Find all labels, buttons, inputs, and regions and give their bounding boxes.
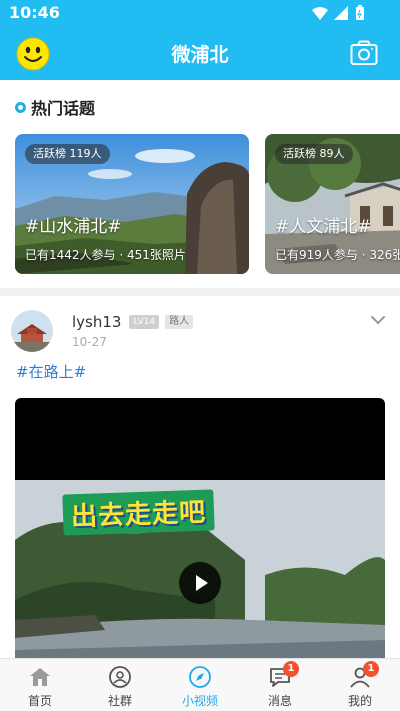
user-avatar[interactable] [11,310,53,352]
topic-card-culture[interactable]: 活跃榜 89人 #人文浦北# 已有919人参与 · 326张照片 [265,134,400,274]
nav-item-community[interactable]: 社群 [80,659,160,711]
video-player[interactable]: 出去走走吧 [15,398,385,663]
app-title: 微浦北 [171,44,229,66]
status-bar: 10:46 [0,0,400,26]
camera-icon[interactable] [350,40,378,66]
topic-stats: 已有919人参与 · 326张照片 [275,248,400,262]
nav-label: 消息 [267,694,292,708]
hot-topics-title: 热门话题 [31,99,96,118]
post-card: lysh13 LV14 路人 10-27 #在路上# 出去走走吧 [0,296,400,663]
post-date: 10-27 [72,335,107,349]
home-icon [30,668,50,686]
video-caption: 出去走走吧 [70,497,207,533]
topic-card-landscape[interactable]: 活跃榜 119人 #山水浦北# 已有1442人参与 · 451张照片 [15,134,249,274]
chevron-down-icon[interactable] [370,314,386,326]
community-icon [109,666,131,688]
nav-label: 首页 [27,694,52,708]
nav-label: 我的 [347,694,372,708]
username[interactable]: lysh13 [72,313,121,331]
status-time: 10:46 [9,3,60,22]
topic-title: #人文浦北# [275,217,372,237]
unread-badge: 1 [283,661,299,677]
battery-icon [356,5,364,20]
nav-label: 社群 [107,694,132,708]
section-dot-icon [15,101,26,113]
hot-topics-header: 热门话题 [15,96,95,118]
activity-badge: 活跃榜 119人 [25,144,110,164]
wifi-icon [312,7,328,20]
nav-item-home[interactable]: 首页 [0,659,80,711]
nav-item-short-video[interactable]: 小视频 [160,659,240,711]
unread-badge: 1 [363,661,379,677]
post-tag-link[interactable]: #在路上# [16,361,86,382]
app-header: 微浦北 [0,26,400,80]
bottom-nav: 首页 社群 小视频 1 消息 1 我的 [0,658,400,711]
activity-badge: 活跃榜 89人 [275,144,353,164]
play-icon[interactable] [179,562,221,604]
hot-topics-section: 热门话题 活跃榜 119人 #山水浦北# 已有1442人参与 · 451张照片 … [0,80,400,288]
nav-item-messages[interactable]: 1 消息 [240,659,320,711]
post-user-row: lysh13 LV14 路人 [72,312,194,332]
nav-item-profile[interactable]: 1 我的 [320,659,400,711]
nav-label: 小视频 [181,694,218,708]
section-divider [0,288,400,296]
compass-icon [189,666,211,688]
app-screen: 10:46 微浦北 热门话题 活跃榜 119人 #山水浦北# 已有1442人参与… [0,0,400,711]
level-badge: LV14 [129,315,160,329]
role-badge: 路人 [165,315,194,329]
status-icons [312,5,364,20]
topic-title: #山水浦北# [25,217,122,237]
video-caption-banner: 出去走走吧 [62,489,215,536]
topic-stats: 已有1442人参与 · 451张照片 [25,248,186,262]
signal-icon [334,6,348,20]
